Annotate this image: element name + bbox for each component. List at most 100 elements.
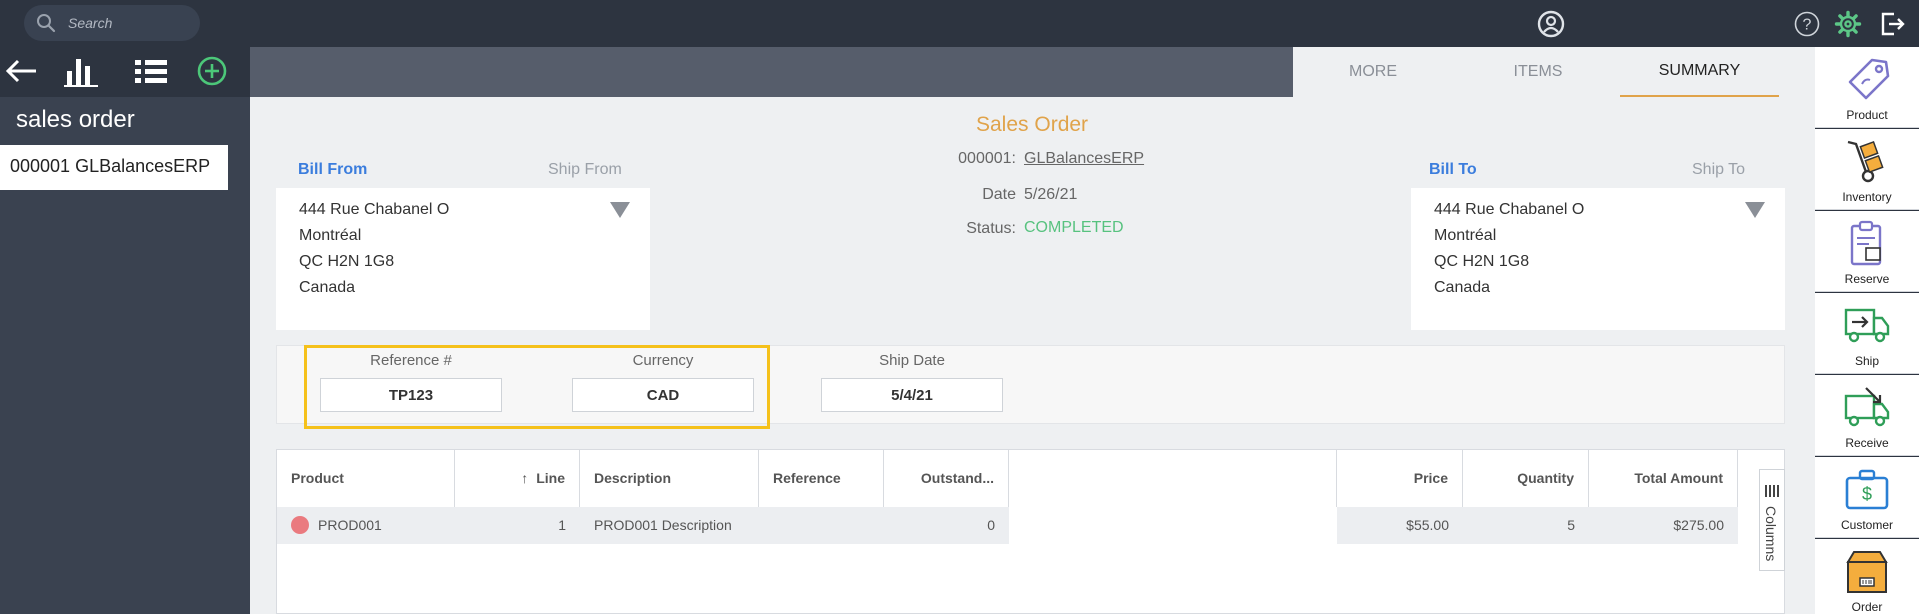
- caret-down-icon[interactable]: [610, 202, 630, 218]
- rail-reserve-label: Reserve: [1844, 272, 1890, 286]
- address-line: Canada: [1434, 279, 1491, 296]
- rail-reserve-button[interactable]: Reserve: [1815, 211, 1919, 292]
- column-header-outstanding[interactable]: Outstand...: [884, 450, 1009, 507]
- address-line: Montréal: [299, 227, 362, 244]
- cell-total[interactable]: $275.00: [1589, 507, 1738, 544]
- left-sidebar: sales order 000001 GLBalancesERP: [0, 47, 250, 614]
- order-title: Sales Order: [976, 113, 1089, 136]
- column-header-quantity[interactable]: Quantity: [1463, 450, 1589, 507]
- cell-price[interactable]: $55.00: [1337, 507, 1463, 544]
- rail-order-button[interactable]: Order: [1815, 539, 1919, 614]
- rail-inventory-button[interactable]: Inventory: [1815, 129, 1919, 210]
- sidebar-item-order[interactable]: 000001 GLBalancesERP: [0, 145, 228, 190]
- cell-reference[interactable]: [759, 507, 884, 544]
- add-button[interactable]: [192, 55, 232, 91]
- rail-ship-button[interactable]: Ship: [1815, 293, 1919, 374]
- columns-label: Columns: [1763, 506, 1779, 562]
- column-header-total[interactable]: Total Amount: [1589, 450, 1738, 507]
- ship-date-input[interactable]: [821, 378, 1003, 412]
- svg-text:$: $: [1862, 484, 1872, 504]
- column-header-product[interactable]: Product: [277, 450, 455, 507]
- sidebar-title: sales order: [16, 106, 135, 133]
- rail-ship-label: Ship: [1854, 354, 1880, 368]
- tab-more[interactable]: MORE: [1293, 47, 1453, 97]
- address-line: 444 Rue Chabanel O: [1434, 201, 1585, 218]
- bill-to-address-box: 444 Rue Chabanel O Montréal QC H2N 1G8 C…: [1411, 188, 1785, 330]
- sidebar-toolbar: [0, 47, 250, 97]
- columns-icon: [1765, 484, 1779, 502]
- cell-outstanding[interactable]: 0: [884, 507, 1009, 544]
- cell-line[interactable]: 1: [455, 507, 580, 544]
- search-icon: [36, 13, 56, 38]
- top-bar: ?: [0, 0, 1919, 47]
- highlight-box: [304, 345, 770, 429]
- address-line: QC H2N 1G8: [1434, 253, 1530, 270]
- right-action-rail: Product Inventory Reserve Ship Receive $…: [1815, 47, 1919, 614]
- rail-inventory-label: Inventory: [1842, 190, 1892, 204]
- briefcase-icon: $: [1842, 464, 1892, 514]
- tab-bar: MORE ITEMS SUMMARY: [1293, 47, 1815, 97]
- address-line: Canada: [299, 279, 356, 296]
- user-icon[interactable]: [1536, 9, 1566, 44]
- gear-icon[interactable]: [1834, 10, 1862, 43]
- column-header-line[interactable]: ↑ Line: [455, 450, 580, 507]
- cell-product-label: PROD001: [318, 517, 382, 533]
- tab-summary[interactable]: SUMMARY: [1620, 47, 1779, 97]
- search-box[interactable]: [24, 5, 200, 41]
- status-dot-icon: [291, 515, 309, 534]
- cell-quantity[interactable]: 5: [1463, 507, 1589, 544]
- rail-customer-button[interactable]: $ Customer: [1815, 457, 1919, 538]
- app-window: ?: [0, 0, 1919, 614]
- address-line: QC H2N 1G8: [299, 253, 395, 270]
- rail-product-button[interactable]: Product: [1815, 47, 1919, 128]
- bar-chart-icon: [64, 55, 98, 92]
- arrow-left-icon: [4, 58, 38, 89]
- tab-items[interactable]: ITEMS: [1455, 47, 1621, 97]
- plus-circle-icon: [197, 56, 227, 91]
- help-icon[interactable]: ?: [1794, 11, 1820, 42]
- order-date-label: Date: [982, 186, 1016, 203]
- rail-order-label: Order: [1851, 600, 1883, 614]
- ship-date-label: Ship Date: [879, 352, 945, 369]
- address-line: 444 Rue Chabanel O: [299, 201, 450, 218]
- rail-receive-label: Receive: [1845, 436, 1889, 450]
- column-header-price[interactable]: Price: [1337, 450, 1463, 507]
- logout-icon[interactable]: [1878, 10, 1906, 43]
- order-number-link[interactable]: GLBalancesERP: [1024, 150, 1144, 168]
- list-view-button[interactable]: [131, 55, 171, 91]
- sort-arrow-up-icon: ↑: [521, 470, 529, 486]
- column-header-line-label: Line: [536, 470, 565, 486]
- column-header-reference[interactable]: Reference: [759, 450, 884, 507]
- tab-ship-to[interactable]: Ship To: [1692, 161, 1745, 179]
- tab-ship-from[interactable]: Ship From: [548, 161, 622, 179]
- svg-text:?: ?: [1803, 17, 1812, 34]
- rail-customer-label: Customer: [1840, 518, 1893, 532]
- order-status-label: Status:: [966, 220, 1016, 237]
- column-header-description[interactable]: Description: [580, 450, 759, 507]
- cell-description[interactable]: PROD001 Description: [580, 507, 759, 544]
- cell-product[interactable]: PROD001: [277, 507, 455, 544]
- tag-icon: [1842, 54, 1892, 104]
- order-number-label: 000001:: [958, 150, 1016, 167]
- rail-receive-button[interactable]: Receive: [1815, 375, 1919, 456]
- column-header-blank: [1009, 450, 1337, 507]
- order-status-value: COMPLETED: [1024, 219, 1124, 236]
- list-icon: [135, 57, 167, 90]
- clipboard-icon: [1842, 218, 1892, 268]
- receive-truck-icon: [1842, 382, 1892, 432]
- box-icon: [1842, 546, 1892, 596]
- rail-product-label: Product: [1846, 108, 1888, 122]
- columns-panel-toggle[interactable]: Columns: [1759, 469, 1785, 571]
- tab-bill-from[interactable]: Bill From: [298, 161, 367, 179]
- items-table: Product ↑ Line Description Reference Outs…: [276, 449, 1785, 614]
- back-button[interactable]: [1, 55, 41, 91]
- ship-truck-icon: [1842, 300, 1892, 350]
- tab-bill-to[interactable]: Bill To: [1429, 161, 1477, 179]
- analytics-button[interactable]: [61, 55, 101, 91]
- hand-truck-icon: [1842, 136, 1892, 186]
- caret-down-icon[interactable]: [1745, 202, 1765, 218]
- address-line: Montréal: [1434, 227, 1497, 244]
- search-input[interactable]: [68, 5, 193, 41]
- order-date-value: 5/26/21: [1024, 186, 1078, 203]
- bill-from-address-box: 444 Rue Chabanel O Montréal QC H2N 1G8 C…: [276, 188, 650, 330]
